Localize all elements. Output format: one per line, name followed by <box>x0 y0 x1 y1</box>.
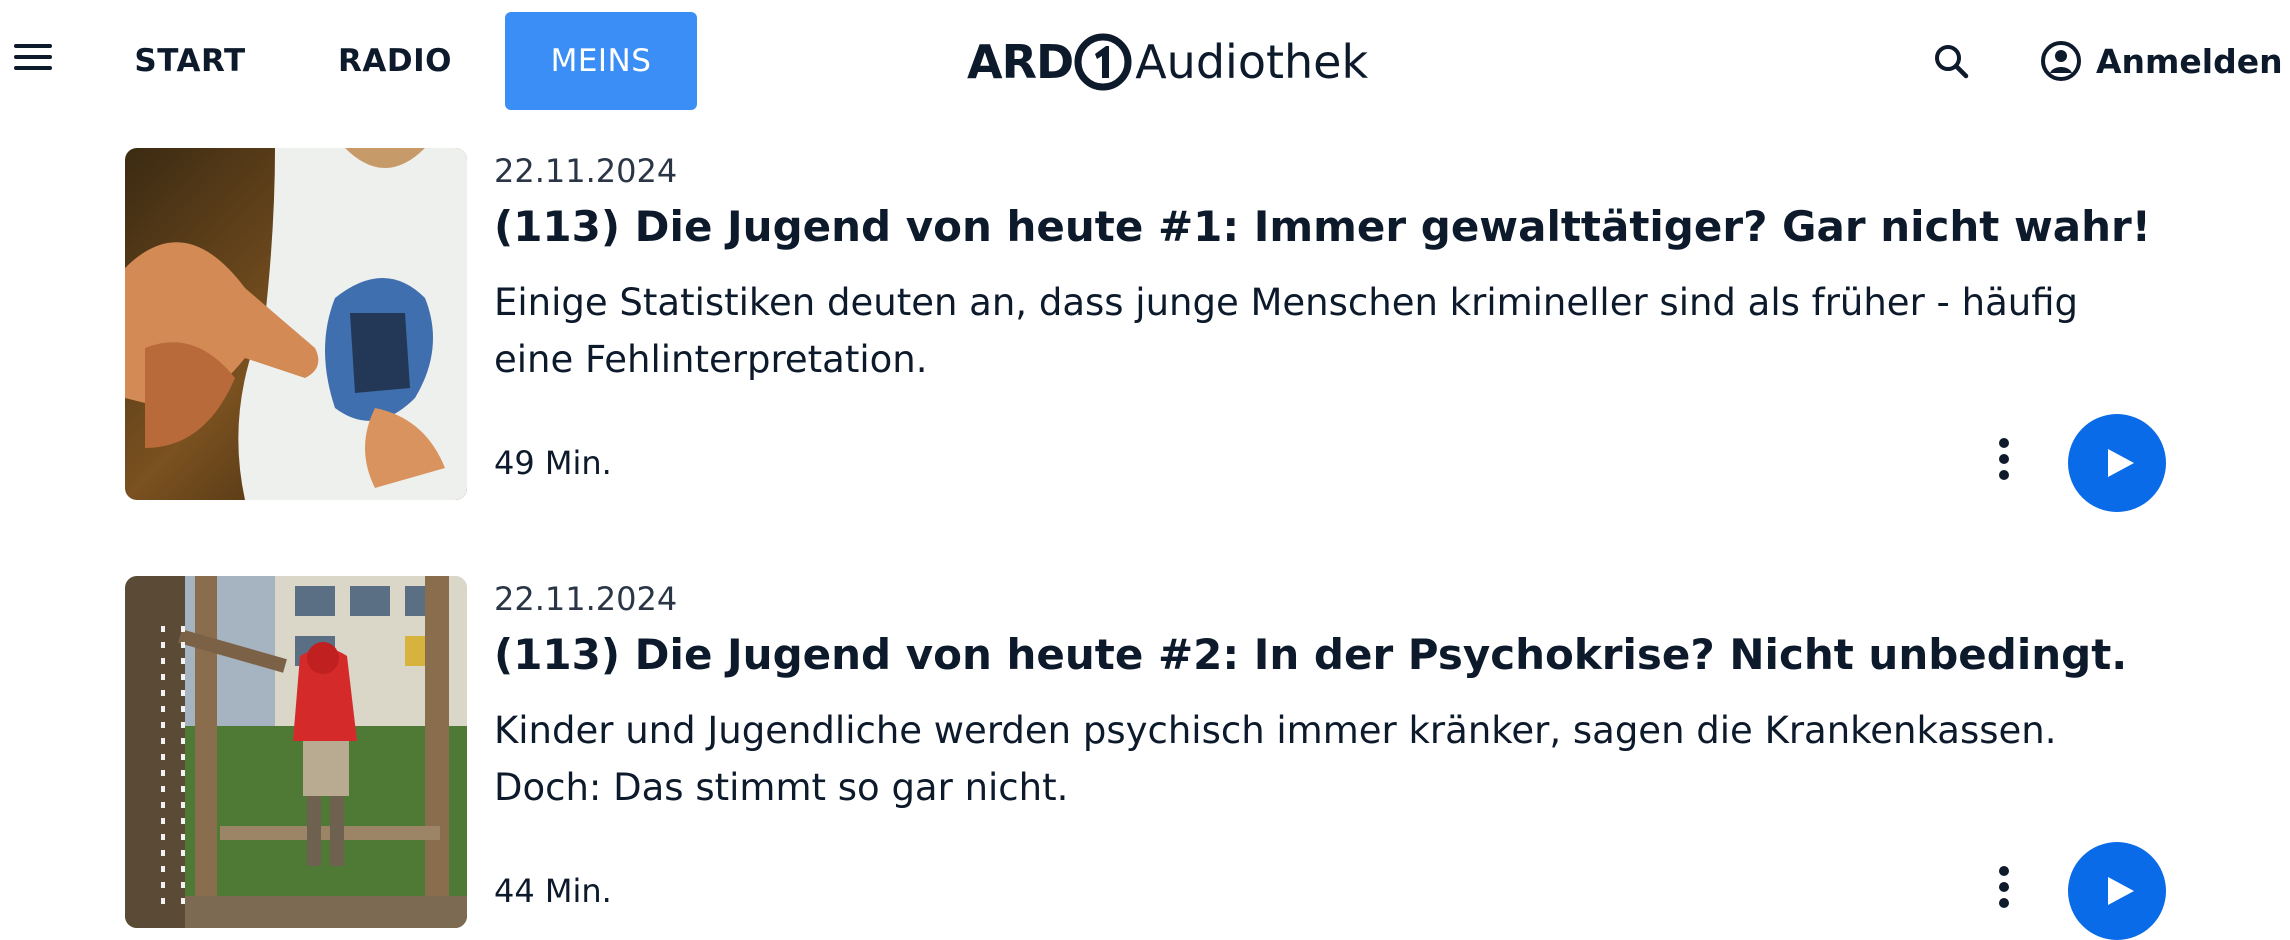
episode-list-item: 22.11.2024 (113) Die Jugend von heute #1… <box>0 130 2290 512</box>
hamburger-menu-icon[interactable] <box>14 44 54 74</box>
login-label: Anmelden <box>2096 41 2283 81</box>
search-icon[interactable] <box>1930 40 1974 84</box>
play-button[interactable] <box>2068 842 2166 940</box>
play-icon <box>2108 877 2134 905</box>
more-options-icon[interactable] <box>1990 866 2018 914</box>
play-button[interactable] <box>2068 414 2166 512</box>
ard-one-logo-icon <box>1074 33 1132 91</box>
logo-audiothek-text: Audiothek <box>1135 35 1369 89</box>
logo-ard-text: ARD <box>967 35 1074 89</box>
top-navigation-bar: START RADIO MEINS ARD Audiothek Anmelden <box>0 0 2290 120</box>
tab-meins[interactable]: MEINS <box>505 12 697 110</box>
user-circle-icon <box>2041 41 2081 81</box>
episode-thumbnail[interactable] <box>125 148 467 500</box>
episode-duration: 44 Min. <box>494 872 612 910</box>
episode-title[interactable]: (113) Die Jugend von heute #2: In der Ps… <box>494 630 2127 679</box>
episode-thumbnail[interactable] <box>125 576 467 928</box>
episode-duration: 49 Min. <box>494 444 612 482</box>
ard-audiothek-logo[interactable]: ARD Audiothek <box>967 22 1368 102</box>
tab-start[interactable]: START <box>110 0 360 120</box>
episode-list-item: 22.11.2024 (113) Die Jugend von heute #2… <box>0 558 2290 940</box>
play-icon <box>2108 449 2134 477</box>
more-options-icon[interactable] <box>1990 438 2018 486</box>
episode-date: 22.11.2024 <box>494 152 678 190</box>
login-button[interactable]: Anmelden <box>2040 0 2283 120</box>
episode-description: Kinder und Jugendliche werden psychisch … <box>494 709 2057 809</box>
episode-date: 22.11.2024 <box>494 580 678 618</box>
episode-description: Einige Statistiken deuten an, dass junge… <box>494 281 2079 381</box>
tab-radio[interactable]: RADIO <box>315 12 475 110</box>
episode-title[interactable]: (113) Die Jugend von heute #1: Immer gew… <box>494 202 2151 251</box>
